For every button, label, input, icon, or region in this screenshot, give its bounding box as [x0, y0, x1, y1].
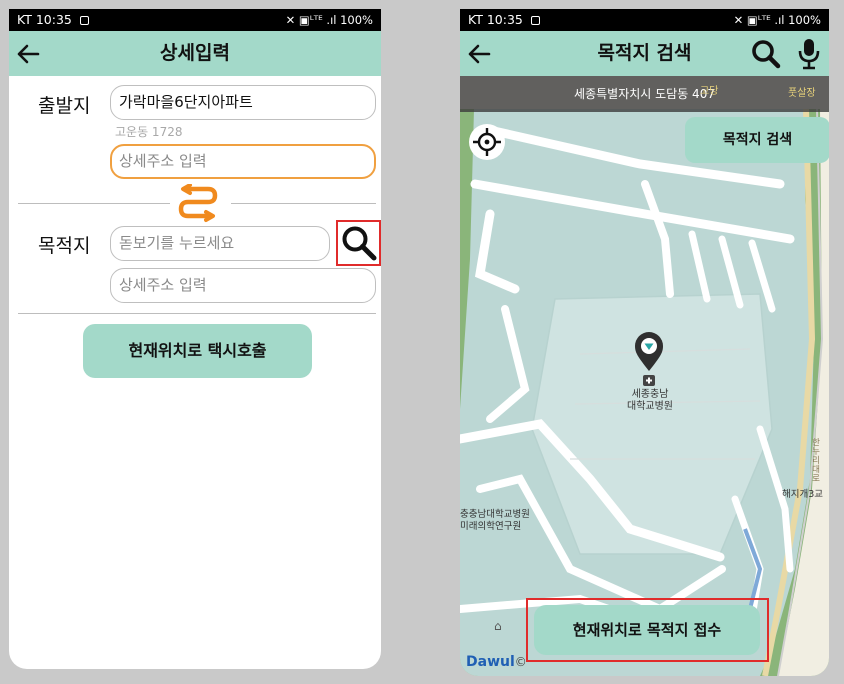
bridge-label: 해지개3교: [782, 489, 824, 500]
address-banner-text: 세종특별자치시 도담동 407: [574, 87, 715, 101]
search-icon[interactable]: [750, 38, 782, 70]
microphone-icon[interactable]: [796, 37, 822, 71]
origin-label: 출발지: [38, 95, 91, 117]
road-label: 한누리대로: [812, 438, 820, 484]
map-label-futsal: 풋살장: [788, 88, 816, 99]
detail-input-screen: KT 10:35 ✕ ▣ᴸᵀᴱ .ıl 100% 상세입력 출발지 가락마을6단…: [9, 9, 381, 669]
hospital-label: 세종충남 대학교병원: [627, 389, 673, 412]
map-label-goal: 고당: [700, 86, 719, 97]
destination-search-screen: KT 10:35 ✕ ▣ᴸᵀᴱ .ıl 100% 목적지 검색 세종특별자치시 …: [460, 9, 829, 676]
divider-right: [231, 203, 376, 204]
swap-icon[interactable]: [172, 184, 224, 224]
map-brand-logo: Dawul©: [466, 654, 527, 670]
page-title: 상세입력: [160, 42, 230, 64]
app-bar: 목적지 검색: [460, 31, 829, 76]
origin-sub-address: 고운동 1728: [115, 125, 183, 139]
status-indicators: ✕ ▣ᴸᵀᴱ .ıl 100%: [733, 13, 821, 27]
accept-destination-button[interactable]: 현재위치로 목적지 접수: [534, 605, 760, 655]
status-bar: KT 10:35 ✕ ▣ᴸᵀᴱ .ıl 100%: [460, 9, 829, 31]
search-icon[interactable]: [340, 224, 378, 262]
origin-detail-input[interactable]: 상세주소 입력: [110, 144, 376, 179]
status-bar: KT 10:35 ✕ ▣ᴸᵀᴱ .ıl 100%: [9, 9, 381, 31]
poi-icon: ⌂: [494, 619, 502, 633]
status-time: KT 10:35: [468, 9, 540, 31]
call-taxi-button[interactable]: 현재위치로 택시호출: [83, 324, 312, 378]
origin-address-field[interactable]: 가락마을6단지아파트: [110, 85, 376, 120]
app-bar: 상세입력: [9, 31, 381, 76]
notification-icon: [79, 16, 89, 25]
notification-icon: [530, 16, 540, 25]
divider-left: [18, 203, 170, 204]
destination-detail-input[interactable]: 상세주소 입력: [110, 268, 376, 303]
address-banner: 세종특별자치시 도담동 407 고당 풋살장: [460, 76, 829, 112]
status-indicators: ✕ ▣ᴸᵀᴱ .ıl 100%: [285, 13, 373, 27]
destination-search-button[interactable]: 목적지 검색: [685, 117, 829, 163]
divider-bottom: [18, 313, 376, 314]
current-location-icon[interactable]: [467, 122, 507, 162]
destination-search-input[interactable]: 돋보기를 누르세요: [110, 226, 330, 261]
destination-label: 목적지: [38, 235, 91, 257]
status-time: KT 10:35: [17, 9, 89, 31]
research-institute-label: 충충남대학교병원 미래의학연구원: [460, 509, 530, 532]
location-pin-icon: [635, 332, 663, 386]
